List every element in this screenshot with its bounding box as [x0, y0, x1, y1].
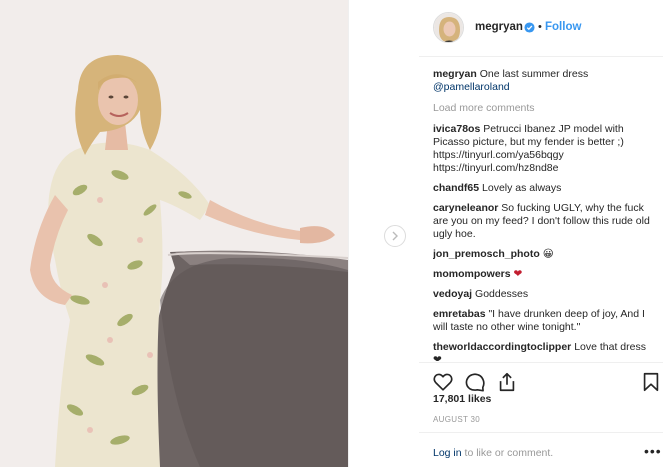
follow-button[interactable]: Follow	[545, 21, 581, 33]
photo-illustration	[0, 0, 348, 467]
comment-username[interactable]: momompowers	[433, 268, 511, 280]
post-date[interactable]: AUGUST 30	[433, 415, 480, 424]
header-separator: •	[538, 21, 542, 33]
comment-item: chandf65 Lovely as always	[433, 182, 653, 195]
comment-username[interactable]: jon_premosch_photo	[433, 248, 540, 260]
likes-count[interactable]: 17,801 likes	[433, 393, 491, 405]
share-icon[interactable]	[496, 371, 518, 393]
comment-item: theworldaccordingtoclipper Love that dre…	[433, 341, 653, 361]
comment-text: 😀	[542, 248, 554, 260]
photo-divider	[348, 0, 349, 467]
caption-username[interactable]: megryan	[433, 68, 477, 80]
login-prompt: Log in to like or comment.	[433, 447, 553, 459]
caption-text: One last summer dress	[479, 68, 589, 80]
more-options-icon[interactable]: •••	[644, 443, 662, 459]
comment-username[interactable]: emretabas	[433, 308, 486, 320]
comment-item: momompowers ❤	[433, 268, 653, 281]
avatar-image	[434, 13, 463, 42]
comment-item: emretabas "I have drunken deep of joy, A…	[433, 308, 653, 334]
load-more-comments-button[interactable]: Load more comments	[433, 102, 653, 115]
chevron-right-icon	[392, 231, 398, 241]
comment-text: ❤	[513, 268, 523, 280]
comment-username[interactable]: ivica78os	[433, 123, 480, 135]
caption-tag-link[interactable]: @pamellaroland	[433, 81, 653, 94]
post-photo[interactable]	[0, 0, 348, 467]
comment-item: ivica78os Petrucci Ibanez JP model with …	[433, 123, 653, 175]
avatar[interactable]	[433, 12, 464, 43]
comment-username[interactable]: vedoyaj	[433, 288, 472, 300]
post-header: megryan • Follow	[419, 0, 663, 57]
bookmark-icon[interactable]	[640, 371, 662, 393]
carousel-next-button[interactable]	[384, 225, 406, 247]
comment-item: caryneleanor So fucking UGLY, why the fu…	[433, 202, 653, 241]
comment-username[interactable]: theworldaccordingtoclipper	[433, 341, 571, 353]
comment-item: jon_premosch_photo 😀	[433, 248, 653, 261]
comments-list: megryan One last summer dress @pamellaro…	[433, 68, 653, 361]
author-username[interactable]: megryan	[475, 21, 523, 33]
verified-badge-icon	[524, 22, 535, 33]
login-prompt-text: to like or comment.	[461, 447, 554, 459]
comment-username[interactable]: caryneleanor	[433, 202, 498, 214]
comment-text: Goddesses	[475, 288, 529, 300]
caption: megryan One last summer dress @pamellaro…	[433, 68, 653, 94]
comment-text: Lovely as always	[482, 182, 562, 194]
instagram-post: megryan • Follow megryan One last summer…	[0, 0, 663, 467]
comment-username[interactable]: chandf65	[433, 182, 479, 194]
comment-bubble-icon[interactable]	[464, 371, 486, 393]
post-side-panel: megryan • Follow megryan One last summer…	[419, 0, 663, 467]
login-link[interactable]: Log in	[433, 447, 462, 459]
comment-item: vedoyaj Goddesses	[433, 288, 653, 301]
heart-outline-icon[interactable]	[432, 371, 454, 393]
